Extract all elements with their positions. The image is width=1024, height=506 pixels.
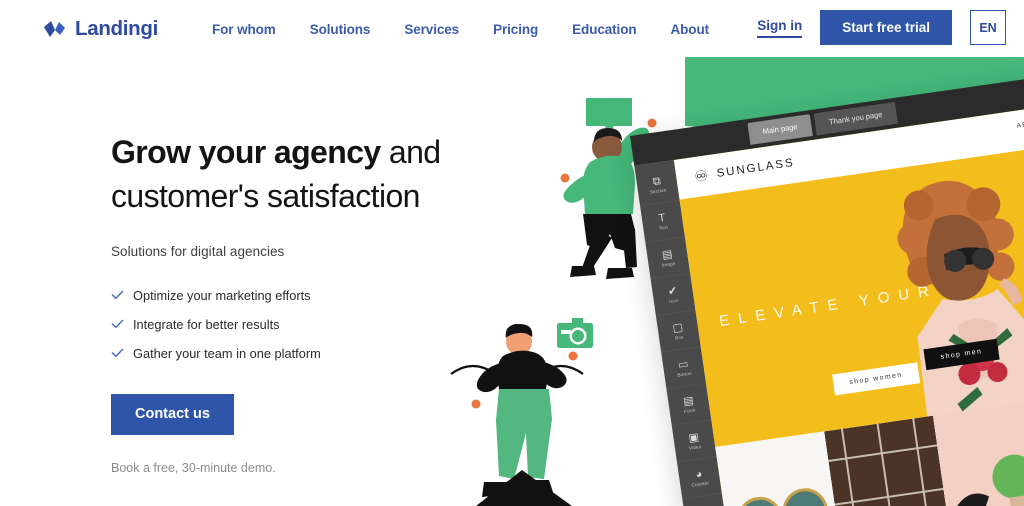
nav-item-services[interactable]: Services [404, 22, 459, 37]
brand-logo[interactable]: Landingi [44, 17, 158, 41]
editor-mockup-region: Main page Thank you page Saved 4 months … [600, 40, 1024, 506]
list-item: Gather your team in one platform [111, 343, 541, 364]
list-item: Optimize your marketing efforts [111, 285, 541, 306]
hero-subtitle: Solutions for digital agencies [111, 244, 285, 259]
check-icon [111, 287, 129, 305]
list-item: Integrate for better results [111, 314, 541, 335]
section-icon: ⧉ [651, 174, 662, 188]
tool-label: Box [674, 333, 684, 341]
tool-text[interactable]: T Text [640, 200, 685, 243]
nav-item-about[interactable]: About [671, 22, 710, 37]
tool-label: Image [661, 260, 676, 268]
editor-body: ⧉ Section T Text ▤ Image ✔ Icon ▢ Box ▭ … [634, 97, 1024, 506]
editor-canvas[interactable]: ♾ SUNGLASS ABOUT CONTACT ELEVATE YOUR LO [673, 97, 1024, 506]
icon-icon: ✔ [667, 284, 678, 298]
hero-content: Grow your agency and customer's satisfac… [111, 130, 541, 475]
counter-icon: ◕ [694, 467, 704, 481]
sign-in-link[interactable]: Sign in [757, 18, 803, 38]
tool-label: Video [688, 443, 702, 451]
tool-section[interactable]: ⧉ Section [634, 163, 680, 207]
tool-form[interactable]: ▤ Form [666, 383, 712, 427]
bullet-label: Gather your team in one platform [133, 346, 321, 361]
tool-label: Button [676, 370, 692, 378]
tool-box[interactable]: ▢ Box [655, 310, 701, 353]
page-title: Grow your agency and customer's satisfac… [111, 130, 541, 218]
bullet-label: Integrate for better results [133, 317, 280, 332]
product-card-plant[interactable] [932, 399, 1024, 506]
nav-item-education[interactable]: Education [572, 22, 636, 37]
site-brand-name: SUNGLASS [715, 156, 796, 180]
hero-bullet-list: Optimize your marketing efforts Integrat… [111, 285, 541, 364]
tool-image[interactable]: ▤ Image [645, 237, 691, 280]
tool-label: Counter [691, 479, 710, 488]
text-icon: T [657, 211, 667, 225]
site-nav-about[interactable]: ABOUT [1016, 119, 1024, 130]
nav-item-pricing[interactable]: Pricing [493, 22, 538, 37]
site-header: Landingi For whom Solutions Services Pri… [0, 0, 1024, 58]
nav-item-solutions[interactable]: Solutions [310, 22, 371, 37]
image-icon: ▤ [661, 247, 674, 262]
header-actions: Sign in Start free trial EN [757, 10, 1006, 45]
box-icon: ▢ [671, 320, 684, 335]
main-navigation: For whom Solutions Services Pricing Educ… [212, 22, 709, 37]
tool-video[interactable]: ▣ Video [671, 420, 717, 463]
nav-item-for-whom[interactable]: For whom [212, 22, 276, 37]
headline-bold-part: Grow your agency [111, 134, 381, 170]
contact-us-button[interactable]: Contact us [111, 394, 234, 435]
button-icon: ▭ [677, 357, 690, 371]
demo-note: Book a free, 30-minute demo. [111, 461, 276, 475]
landing-page-editor-mockup[interactable]: Main page Thank you page Saved 4 months … [630, 67, 1024, 506]
brand-name: Landingi [75, 17, 159, 40]
tool-label: Form [683, 406, 696, 414]
landing-page: Main page Thank you page Saved 4 months … [0, 0, 1024, 506]
check-icon [111, 345, 129, 363]
tool-label: Section [649, 186, 667, 195]
sunglass-logo-icon: ♾ [693, 167, 710, 187]
start-free-trial-button[interactable]: Start free trial [820, 10, 952, 45]
site-nav-links: ABOUT CONTACT [1016, 111, 1024, 130]
video-icon: ▣ [687, 430, 700, 445]
tool-label: Icon [668, 297, 679, 304]
bullet-label: Optimize your marketing efforts [133, 288, 311, 303]
tool-button[interactable]: ▭ Button [661, 347, 707, 390]
form-icon: ▤ [682, 394, 695, 408]
tool-icon[interactable]: ✔ Icon [650, 273, 696, 317]
tool-counter[interactable]: ◕ Counter [677, 456, 722, 500]
check-icon [111, 316, 129, 334]
language-selector[interactable]: EN [970, 10, 1006, 45]
tool-label: Text [658, 224, 669, 231]
landingi-diamond-icon [44, 20, 66, 38]
